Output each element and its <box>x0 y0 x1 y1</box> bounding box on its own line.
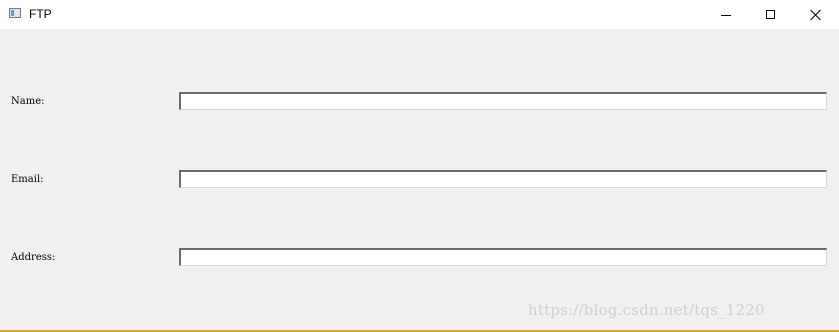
email-label: Email: <box>11 174 44 185</box>
minimize-button[interactable] <box>703 0 749 29</box>
watermark-text: https://blog.csdn.net/tqs_1220 <box>528 301 765 319</box>
title-bar[interactable]: FTP <box>0 0 839 29</box>
maximize-button[interactable] <box>747 0 793 29</box>
app-window-icon <box>9 8 21 18</box>
address-label: Address: <box>11 252 56 263</box>
window-title: FTP <box>29 7 52 21</box>
name-label: Name: <box>11 96 45 107</box>
email-input[interactable] <box>179 170 827 188</box>
name-input[interactable] <box>179 92 827 110</box>
ftp-window: FTP Name: Email: Address: https://blog.c… <box>0 0 839 332</box>
close-icon <box>810 9 822 21</box>
minimize-icon <box>721 14 731 16</box>
address-input[interactable] <box>179 248 827 266</box>
close-button[interactable] <box>793 0 839 29</box>
maximize-icon <box>765 10 775 19</box>
